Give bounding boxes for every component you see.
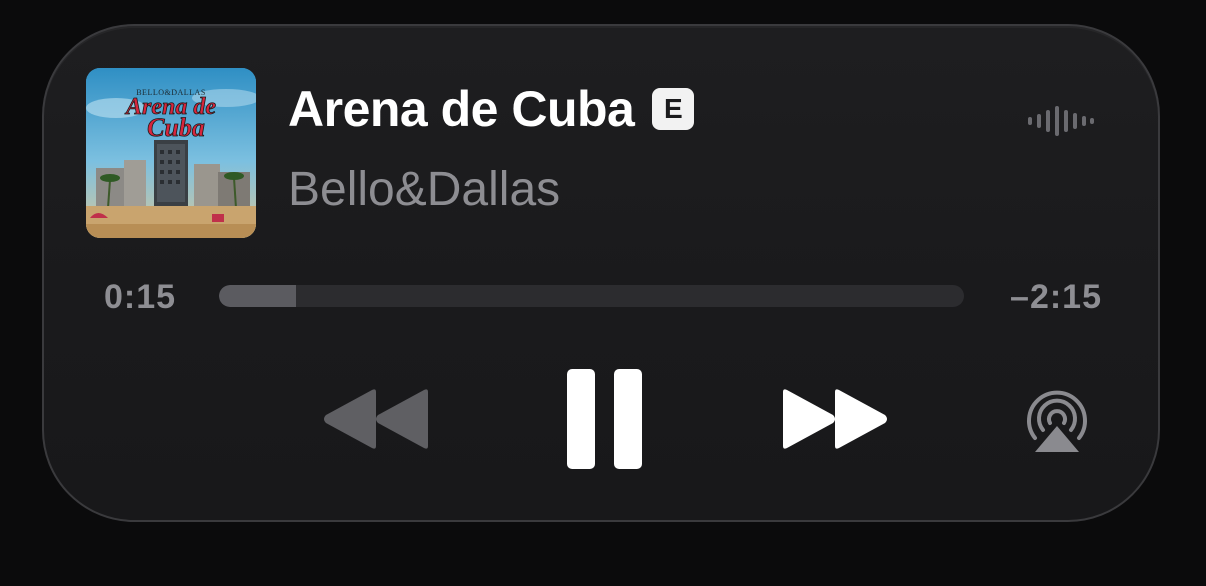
- artist-name[interactable]: Bello&Dallas: [288, 166, 560, 214]
- rewind-button[interactable]: [322, 388, 430, 450]
- progress-fill: [219, 285, 296, 307]
- progress-scrubber[interactable]: [219, 285, 964, 307]
- title-row: Arena de Cuba E: [288, 84, 695, 134]
- pause-icon: [567, 369, 642, 469]
- pause-button[interactable]: [567, 369, 643, 469]
- forward-button[interactable]: [781, 388, 889, 450]
- artwork-title-line2: Cuba: [147, 113, 205, 142]
- now-playing-widget: Arena de Cuba BELLO&DALLAS Arena de Cuba…: [42, 24, 1160, 522]
- elapsed-time: 0:15: [104, 278, 177, 316]
- forward-icon: [783, 389, 887, 449]
- airplay-button[interactable]: [1023, 388, 1091, 454]
- song-title[interactable]: Arena de Cuba: [288, 84, 635, 134]
- waveform-icon: [1028, 106, 1094, 136]
- explicit-badge: E: [652, 88, 695, 130]
- album-artwork[interactable]: Arena de Cuba BELLO&DALLAS: [86, 68, 256, 238]
- backward-icon: [324, 389, 428, 449]
- remaining-time: –2:15: [1010, 278, 1102, 316]
- artwork-artist-label: BELLO&DALLAS: [136, 88, 206, 97]
